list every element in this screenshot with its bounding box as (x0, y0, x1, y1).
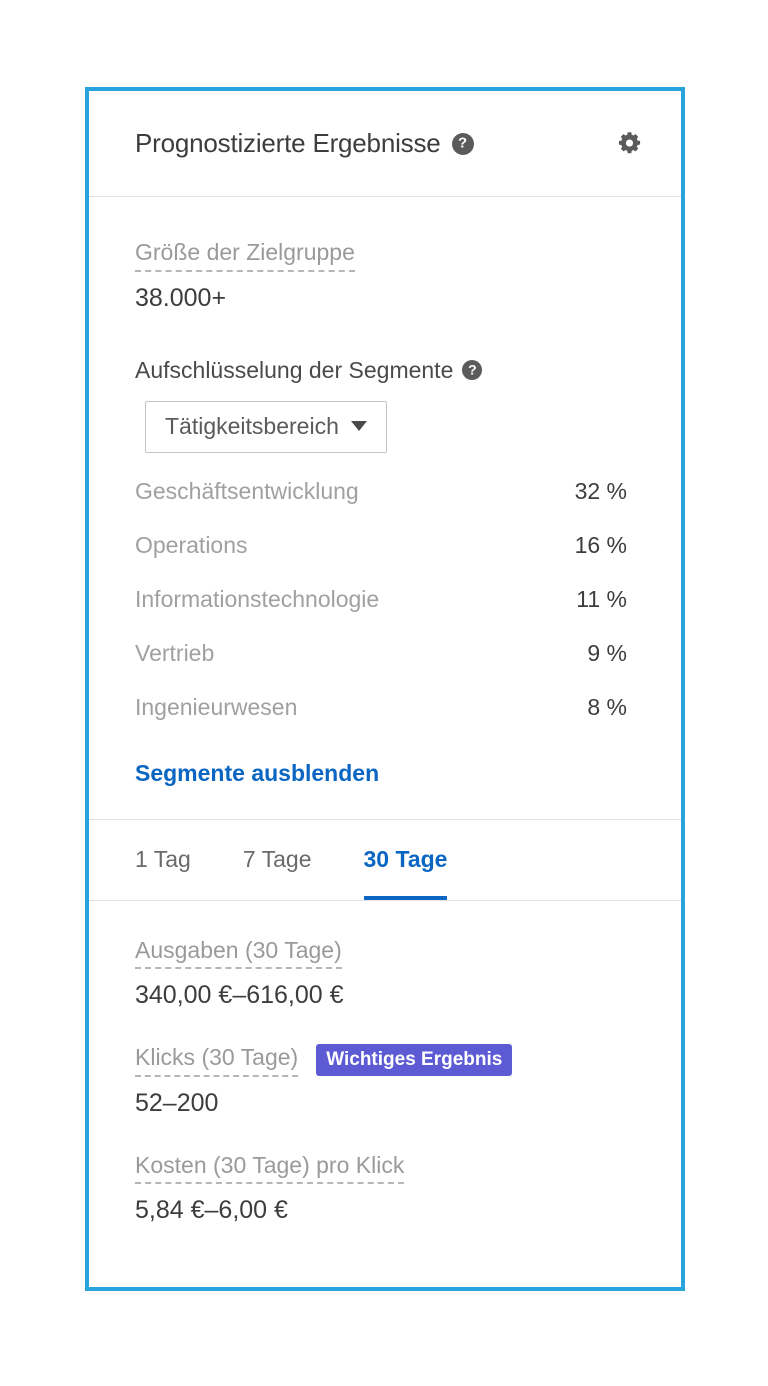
cost-per-click-label: Kosten (30 Tage) pro Klick (135, 1152, 405, 1185)
segment-breakdown-heading: Aufschlüsselung der Segmente (135, 356, 454, 383)
timeframe-tabs: 1 Tag 7 Tage 30 Tage (89, 818, 681, 901)
segment-dimension-dropdown[interactable]: Tätigkeitsbereich (145, 400, 387, 453)
segment-name: Vertrieb (135, 639, 215, 666)
clicks-label-row: Klicks (30 Tage) Wichtiges Ergebnis (135, 1044, 635, 1077)
list-item: Informationstechnologie 11 % (135, 586, 627, 640)
clicks-value: 52–200 (135, 1088, 219, 1117)
chevron-down-icon (350, 421, 367, 432)
hide-segments-link[interactable]: Segmente ausblenden (135, 760, 379, 786)
segment-breakdown-heading-row: Aufschlüsselung der Segmente ? (135, 357, 635, 384)
audience-size-value: 38.000+ (135, 283, 227, 312)
results-section: Ausgaben (30 Tage) 340,00 €–616,00 € Kli… (89, 901, 681, 1226)
cost-per-click-label-row: Kosten (30 Tage) pro Klick (135, 1152, 635, 1185)
tab-1-day[interactable]: 1 Tag (135, 820, 191, 900)
segment-percentage: 16 % (574, 531, 627, 558)
list-item: Vertrieb 9 % (135, 640, 627, 694)
audience-size-label: Größe der Zielgruppe (135, 239, 355, 272)
cost-per-click-metric-block: Kosten (30 Tage) pro Klick 5,84 €–6,00 € (135, 1152, 635, 1226)
segment-dimension-selected-value: Tätigkeitsbereich (165, 412, 339, 439)
tab-30-days[interactable]: 30 Tage (363, 820, 448, 900)
spend-label: Ausgaben (30 Tage) (135, 937, 342, 970)
segment-name: Geschäftsentwicklung (135, 477, 359, 504)
clicks-metric-block: Klicks (30 Tage) Wichtiges Ergebnis 52–2… (135, 1044, 635, 1118)
segment-help-icon[interactable]: ? (462, 360, 483, 381)
segment-name: Operations (135, 531, 248, 558)
status-badge: Wichtiges Ergebnis (316, 1044, 513, 1077)
segment-percentage: 11 % (576, 585, 627, 612)
segment-toggle-row: Segmente ausblenden (135, 760, 635, 787)
spend-metric-block: Ausgaben (30 Tage) 340,00 €–616,00 € (135, 937, 635, 1011)
list-item: Operations 16 % (135, 532, 627, 586)
help-icon-glyph: ? (457, 134, 468, 152)
segment-percentage: 8 % (587, 693, 627, 720)
cost-per-click-value: 5,84 €–6,00 € (135, 1196, 288, 1225)
segment-percentage: 32 % (574, 477, 627, 504)
segment-name: Informationstechnologie (135, 585, 380, 612)
list-item: Ingenieurwesen 8 % (135, 694, 627, 748)
header-title-group: Prognostizierte Ergebnisse ? (135, 128, 616, 159)
segment-list: Geschäftsentwicklung 32 % Operations 16 … (135, 478, 635, 748)
clicks-label: Klicks (30 Tage) (135, 1044, 299, 1077)
help-icon[interactable]: ? (451, 132, 474, 155)
forecasted-results-card: Prognostizierte Ergebnisse ? Größe der Z… (85, 87, 685, 1291)
list-item: Geschäftsentwicklung 32 % (135, 478, 627, 532)
segment-percentage: 9 % (587, 639, 627, 666)
page-title: Prognostizierte Ergebnisse (135, 128, 441, 158)
tab-7-days[interactable]: 7 Tage (243, 820, 312, 900)
audience-size-block: Größe der Zielgruppe 38.000+ (135, 239, 635, 313)
spend-value: 340,00 €–616,00 € (135, 981, 344, 1010)
spend-label-row: Ausgaben (30 Tage) (135, 937, 635, 970)
card-header: Prognostizierte Ergebnisse ? (89, 91, 681, 197)
segment-name: Ingenieurwesen (135, 693, 298, 720)
audience-section: Größe der Zielgruppe 38.000+ Aufschlüsse… (89, 197, 681, 787)
gear-icon[interactable] (616, 130, 643, 157)
segment-help-icon-glyph: ? (468, 361, 477, 378)
